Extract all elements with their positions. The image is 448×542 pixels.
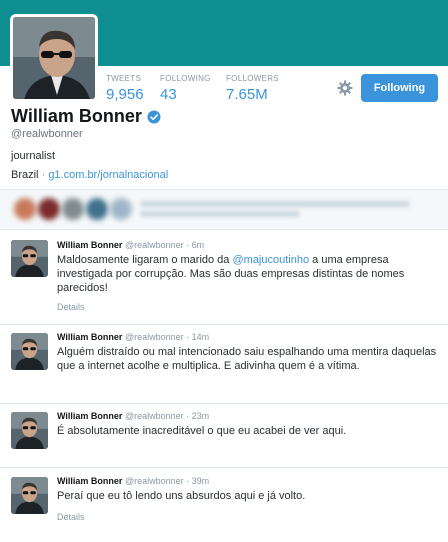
blurred-text bbox=[140, 211, 300, 217]
tweet-author-handle[interactable]: @realwbonner bbox=[125, 476, 184, 486]
tweet[interactable]: William Bonner @realwbonner · 14m Alguém… bbox=[0, 325, 448, 403]
tweet-author-handle[interactable]: @realwbonner bbox=[125, 240, 184, 250]
tweet-time-separator: · bbox=[186, 476, 190, 486]
tweet-timestamp[interactable]: 14m bbox=[192, 332, 210, 342]
tweet[interactable]: William Bonner @realwbonner · 39m Peraí … bbox=[0, 468, 448, 542]
stat-followers-label: FOLLOWERS bbox=[226, 74, 279, 83]
stat-followers-value: 7.65M bbox=[226, 86, 268, 103]
blurred-avatar bbox=[86, 198, 108, 220]
profile-stats: TWEETS 9,956 FOLLOWING 43 FOLLOWERS 7.65… bbox=[106, 74, 316, 103]
profile-name-row: William Bonner bbox=[11, 106, 161, 127]
tweet-mention-link[interactable]: @majucoutinho bbox=[232, 254, 309, 266]
tweet-header: William Bonner @realwbonner · 14m bbox=[57, 332, 209, 342]
stat-following-value: 43 bbox=[160, 86, 177, 103]
profile-bio: journalist bbox=[11, 150, 56, 162]
location-separator: · bbox=[41, 169, 46, 181]
stat-tweets-label: TWEETS bbox=[106, 74, 142, 83]
tweet-author-name[interactable]: William Bonner bbox=[57, 240, 122, 250]
tweet-author-handle[interactable]: @realwbonner bbox=[125, 332, 184, 342]
tweet-avatar[interactable] bbox=[11, 412, 48, 449]
profile-location-row: Brazil · g1.com.br/jornalnacional bbox=[11, 169, 168, 181]
tweet-avatar[interactable] bbox=[11, 477, 48, 514]
tweet-text-part: Maldosamente ligaram o marido da bbox=[57, 254, 233, 266]
tweet-time-separator: · bbox=[186, 240, 190, 250]
tweet-avatar[interactable] bbox=[11, 333, 48, 370]
tweet[interactable]: William Bonner @realwbonner · 23m É abso… bbox=[0, 404, 448, 467]
tweet-author-name[interactable]: William Bonner bbox=[57, 332, 122, 342]
blurred-avatar bbox=[38, 198, 60, 220]
tweet-details-link[interactable]: Details bbox=[57, 302, 85, 312]
profile-name[interactable]: William Bonner bbox=[11, 106, 142, 127]
blurred-avatar bbox=[14, 198, 36, 220]
tweet-author-name[interactable]: William Bonner bbox=[57, 476, 122, 486]
tweet-timestamp[interactable]: 39m bbox=[192, 476, 210, 486]
blurred-avatar bbox=[110, 198, 132, 220]
blurred-text bbox=[140, 201, 410, 207]
stat-tweets-value: 9,956 bbox=[106, 86, 144, 103]
tweet-timestamp[interactable]: 23m bbox=[192, 411, 210, 421]
stat-tweets[interactable]: TWEETS 9,956 bbox=[106, 74, 160, 103]
stat-followers[interactable]: FOLLOWERS 7.65M bbox=[226, 74, 316, 103]
tweet-details-link[interactable]: Details bbox=[57, 512, 85, 522]
blurred-avatar bbox=[62, 198, 84, 220]
following-button[interactable]: Following bbox=[361, 74, 438, 102]
tweet-text: Alguém distraído ou mal intencionado sai… bbox=[57, 346, 437, 372]
profile-handle[interactable]: @realwbonner bbox=[11, 128, 83, 140]
tweet-timestamp[interactable]: 6m bbox=[192, 240, 205, 250]
tweet-author-handle[interactable]: @realwbonner bbox=[125, 411, 184, 421]
tweet-text: Maldosamente ligaram o marido da @majuco… bbox=[57, 253, 437, 295]
tweet[interactable]: William Bonner @realwbonner · 6m Maldosa… bbox=[0, 230, 448, 324]
gear-icon[interactable] bbox=[337, 80, 353, 96]
tweet-header: William Bonner @realwbonner · 23m bbox=[57, 411, 209, 421]
stat-following[interactable]: FOLLOWING 43 bbox=[160, 74, 226, 103]
tweet-text: Peraí que eu tô lendo uns absurdos aqui … bbox=[57, 490, 306, 502]
verified-badge-icon bbox=[147, 110, 161, 124]
stat-following-label: FOLLOWING bbox=[160, 74, 211, 83]
tweet-time-separator: · bbox=[186, 411, 190, 421]
profile-avatar[interactable] bbox=[10, 14, 98, 102]
profile-location: Brazil bbox=[11, 169, 39, 181]
tweet-header: William Bonner @realwbonner · 39m bbox=[57, 476, 209, 486]
profile-website-link[interactable]: g1.com.br/jornalnacional bbox=[48, 169, 168, 181]
tweet-time-separator: · bbox=[186, 332, 190, 342]
blurred-followers-strip bbox=[0, 190, 448, 228]
tweet-author-name[interactable]: William Bonner bbox=[57, 411, 122, 421]
tweet-header: William Bonner @realwbonner · 6m bbox=[57, 240, 204, 250]
tweet-avatar[interactable] bbox=[11, 240, 48, 277]
tweet-text: É absolutamente inacreditável o que eu a… bbox=[57, 425, 347, 437]
